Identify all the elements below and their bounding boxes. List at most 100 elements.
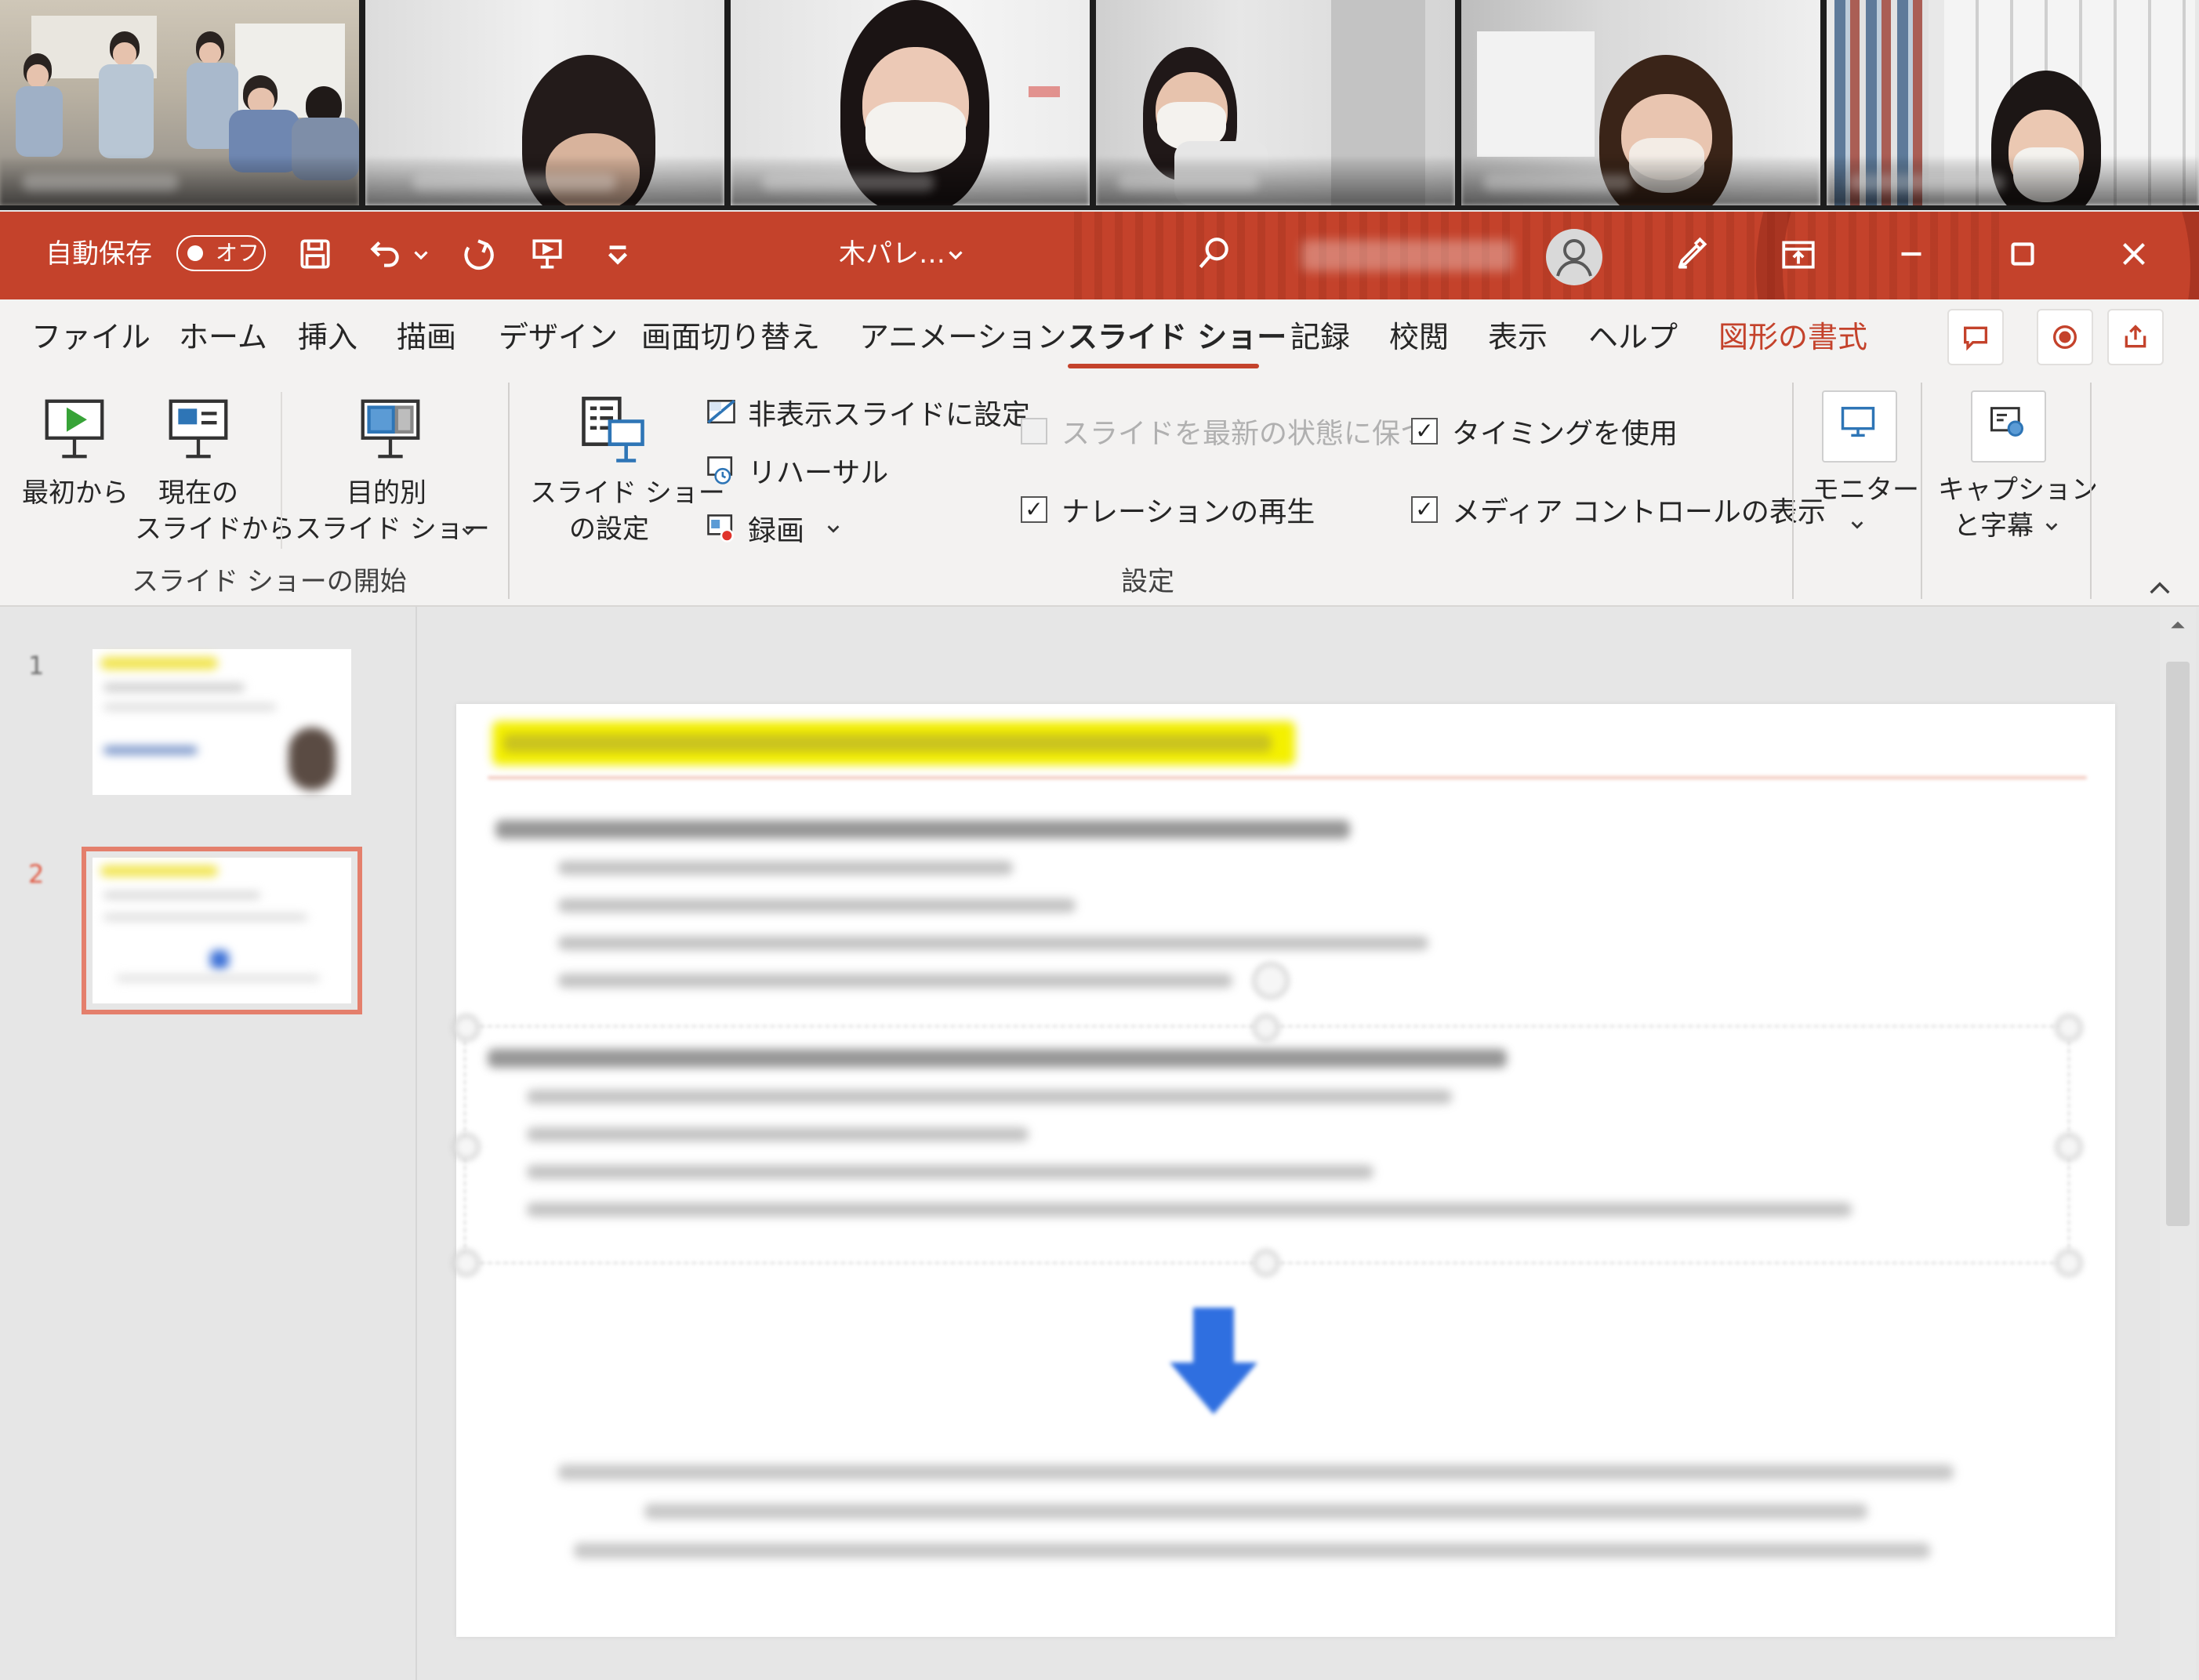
tab-transitions[interactable]: 画面切り替え [641, 317, 820, 357]
active-tab-underline [1068, 364, 1259, 368]
show-media-controls-label: メディア コントロールの表示 [1452, 496, 1826, 528]
rehearse-label: リハーサル [748, 457, 889, 489]
settings-group-label: 設定 [1121, 566, 1174, 597]
tab-record[interactable]: 記録 [1290, 317, 1350, 357]
play-narrations-checkbox[interactable]: ✓ ナレーションの再生 [1021, 489, 1315, 530]
from-current-label-2: スライドから [135, 513, 295, 545]
thumbnail-number: 2 [28, 859, 45, 889]
captions-subtitles-button[interactable]: キャプション と字幕 [1930, 384, 2098, 557]
document-title[interactable]: 木パレ… [839, 235, 945, 273]
maximize-icon[interactable] [2001, 232, 2045, 276]
close-icon[interactable] [2112, 232, 2156, 276]
record-label: 録画 [748, 515, 805, 547]
undo-icon[interactable] [362, 232, 406, 276]
setup-slide-show-button[interactable]: スライド ショー の設定 [524, 384, 725, 557]
participant-tile[interactable] [1096, 0, 1455, 205]
minimize-icon[interactable] [1889, 232, 1933, 276]
record-slide-show-icon [707, 514, 734, 542]
participant-tile[interactable] [1461, 0, 1820, 205]
play-from-current-icon [169, 399, 228, 459]
keep-updated-label: スライドを最新の状態に保つ [1061, 418, 1429, 450]
slide-canvas[interactable] [453, 704, 2115, 1637]
tab-file[interactable]: ファイル [31, 317, 151, 357]
tab-view[interactable]: 表示 [1488, 317, 1548, 357]
from-beginning-label: 最初から [22, 477, 129, 509]
setup-show-icon [582, 397, 644, 463]
start-group-label: スライド ショーの開始 [132, 566, 407, 597]
keep-updated-box [1021, 418, 1047, 444]
participant-tile[interactable] [1827, 0, 2199, 205]
editor-area: 1 2 [0, 607, 2199, 1680]
monitor-chevron-icon [1851, 521, 1863, 529]
user-avatar[interactable] [1546, 229, 1602, 285]
tab-help[interactable]: ヘルプ [1588, 317, 1678, 357]
rehearse-timings-button[interactable]: リハーサル [702, 450, 888, 491]
tab-draw[interactable]: 描画 [397, 317, 456, 357]
record-slide-show-button[interactable]: 録画 [702, 508, 842, 549]
designer-pen-icon[interactable] [1670, 232, 1714, 276]
hide-slide-button[interactable]: 非表示スライドに設定 [702, 392, 1030, 433]
vertical-scrollbar[interactable] [2160, 607, 2196, 1680]
play-narrations-box[interactable]: ✓ [1021, 496, 1047, 523]
undo-dropdown-chevron-icon[interactable] [409, 232, 433, 276]
custom-show-chevron-icon [462, 528, 474, 535]
thumbnail-number: 1 [28, 651, 45, 680]
tab-animations[interactable]: アニメーション [859, 317, 1066, 357]
collapse-ribbon-icon[interactable] [2146, 577, 2173, 597]
captions-icon [1990, 407, 2024, 437]
slide-thumbnail-selected[interactable] [82, 847, 362, 1014]
redo-icon[interactable] [456, 232, 500, 276]
save-icon[interactable] [293, 232, 337, 276]
monitor-button[interactable]: モニター [1803, 384, 1919, 557]
captions-chevron-icon [2045, 523, 2058, 531]
ribbon-display-options-icon[interactable] [1776, 232, 1820, 276]
record-chevron-icon [827, 525, 840, 533]
tab-slide-show[interactable]: スライド ショー [1068, 317, 1286, 357]
from-beginning-button[interactable]: 最初から [16, 384, 133, 557]
title-chevron-icon[interactable] [944, 232, 967, 276]
use-timings-checkbox[interactable]: ✓ タイミングを使用 [1411, 411, 1678, 452]
title-bar: 自動保存 オフ 木パレ… [0, 212, 2199, 299]
tab-insert[interactable]: 挿入 [298, 317, 357, 357]
play-narrations-label: ナレーションの再生 [1061, 496, 1315, 528]
monitor-icon [1841, 406, 1875, 437]
rehearse-icon [707, 456, 733, 484]
slide-thumbnail[interactable] [93, 649, 351, 795]
tab-home[interactable]: ホーム [179, 317, 267, 357]
share-icon[interactable] [2107, 309, 2164, 365]
autosave-state: オフ [216, 240, 260, 266]
setup-show-label-2: の設定 [569, 513, 649, 545]
record-icon[interactable] [2037, 309, 2093, 365]
play-from-start-icon [45, 399, 104, 459]
autosave-toggle[interactable]: オフ [176, 235, 266, 271]
hide-slide-icon [707, 399, 735, 424]
scroll-up-arrow-icon[interactable] [2168, 616, 2188, 632]
from-current-button[interactable]: 現在の スライドから [130, 384, 295, 557]
comments-icon[interactable] [1947, 309, 2004, 365]
scrollbar-thumb[interactable] [2166, 662, 2190, 1226]
participant-tile[interactable] [731, 0, 1090, 205]
tab-design[interactable]: デザイン [499, 317, 618, 357]
ribbon-tabs: ファイル ホーム 挿入 描画 デザイン 画面切り替え アニメーション スライド … [0, 299, 2199, 376]
down-arrow-shape[interactable] [1167, 1308, 1261, 1417]
account-name [1301, 240, 1513, 271]
monitor-label: モニター [1813, 474, 1919, 506]
tab-shape-format[interactable]: 図形の書式 [1718, 317, 1867, 357]
search-icon[interactable] [1192, 232, 1236, 276]
use-timings-box[interactable]: ✓ [1411, 418, 1438, 444]
captions-label-2: と字幕 [1954, 510, 2034, 542]
present-from-start-icon[interactable] [525, 232, 569, 276]
tab-review[interactable]: 校閲 [1389, 317, 1449, 357]
show-media-controls-checkbox[interactable]: ✓ メディア コントロールの表示 [1411, 489, 1826, 530]
participant-tile[interactable] [0, 0, 359, 205]
hide-slide-label: 非表示スライドに設定 [748, 399, 1031, 431]
custom-slide-show-button[interactable]: 目的別 スライド ショー [292, 384, 490, 557]
custom-show-label-1: 目的別 [347, 477, 426, 509]
setup-show-label-1: スライド ショー [530, 477, 725, 509]
keep-slides-updated-checkbox: スライドを最新の状態に保つ [1021, 411, 1428, 452]
customize-toolbar-chevron-icon[interactable] [596, 232, 640, 276]
show-media-controls-box[interactable]: ✓ [1411, 496, 1438, 523]
use-timings-label: タイミングを使用 [1452, 418, 1678, 450]
participant-tile[interactable] [365, 0, 724, 205]
captions-label-1: キャプション [1938, 474, 2098, 506]
